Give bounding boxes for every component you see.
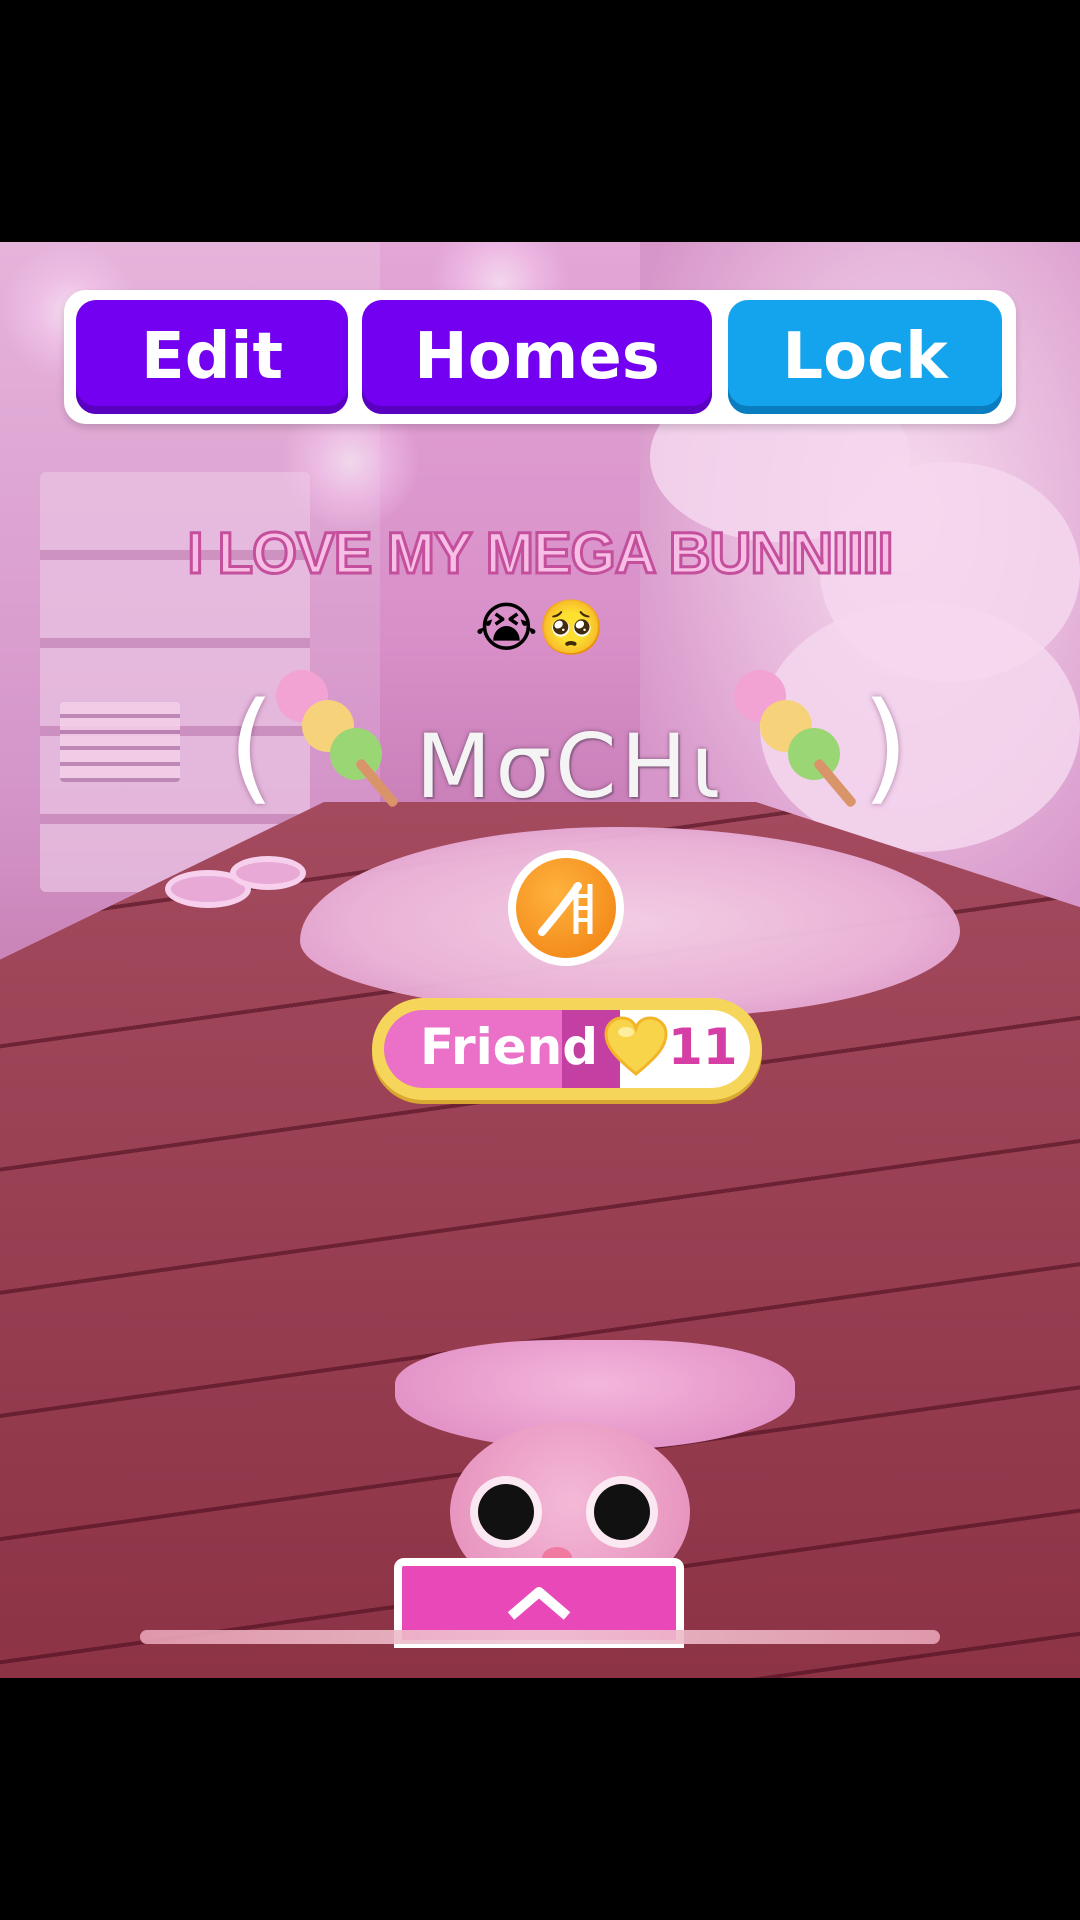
homes-button[interactable]: Homes <box>362 300 712 414</box>
character-eye-left <box>478 1484 534 1540</box>
slide-action-button[interactable] <box>508 850 624 966</box>
heart-icon <box>604 1016 668 1076</box>
top-toolbar: Edit Homes Lock <box>64 290 1016 424</box>
edit-button[interactable]: Edit <box>76 300 348 414</box>
character-eye-right <box>594 1484 650 1540</box>
lock-button[interactable]: Lock <box>728 300 1002 414</box>
dango-icon <box>730 668 858 809</box>
letterbox-top <box>0 0 1080 242</box>
book-stack <box>60 702 180 782</box>
friend-label: Friend <box>420 1018 599 1076</box>
caption-emojis: 😭🥺 <box>474 596 606 659</box>
name-open-paren: ( <box>228 678 275 817</box>
friendship-level: 11 <box>668 1018 738 1076</box>
friendship-badge[interactable]: Friend 11 <box>372 998 762 1100</box>
name-close-paren: ) <box>862 678 909 817</box>
chevron-up-icon <box>507 1587 571 1620</box>
slide-icon <box>516 858 616 958</box>
video-caption: I LOVE MY MEGA BUNNIIII <box>186 520 895 588</box>
home-indicator[interactable] <box>140 1630 940 1644</box>
pet-name: MσCHι <box>415 715 725 818</box>
pet-bowl <box>230 856 306 890</box>
dango-icon <box>272 668 400 809</box>
letterbox-bottom <box>0 1678 1080 1920</box>
